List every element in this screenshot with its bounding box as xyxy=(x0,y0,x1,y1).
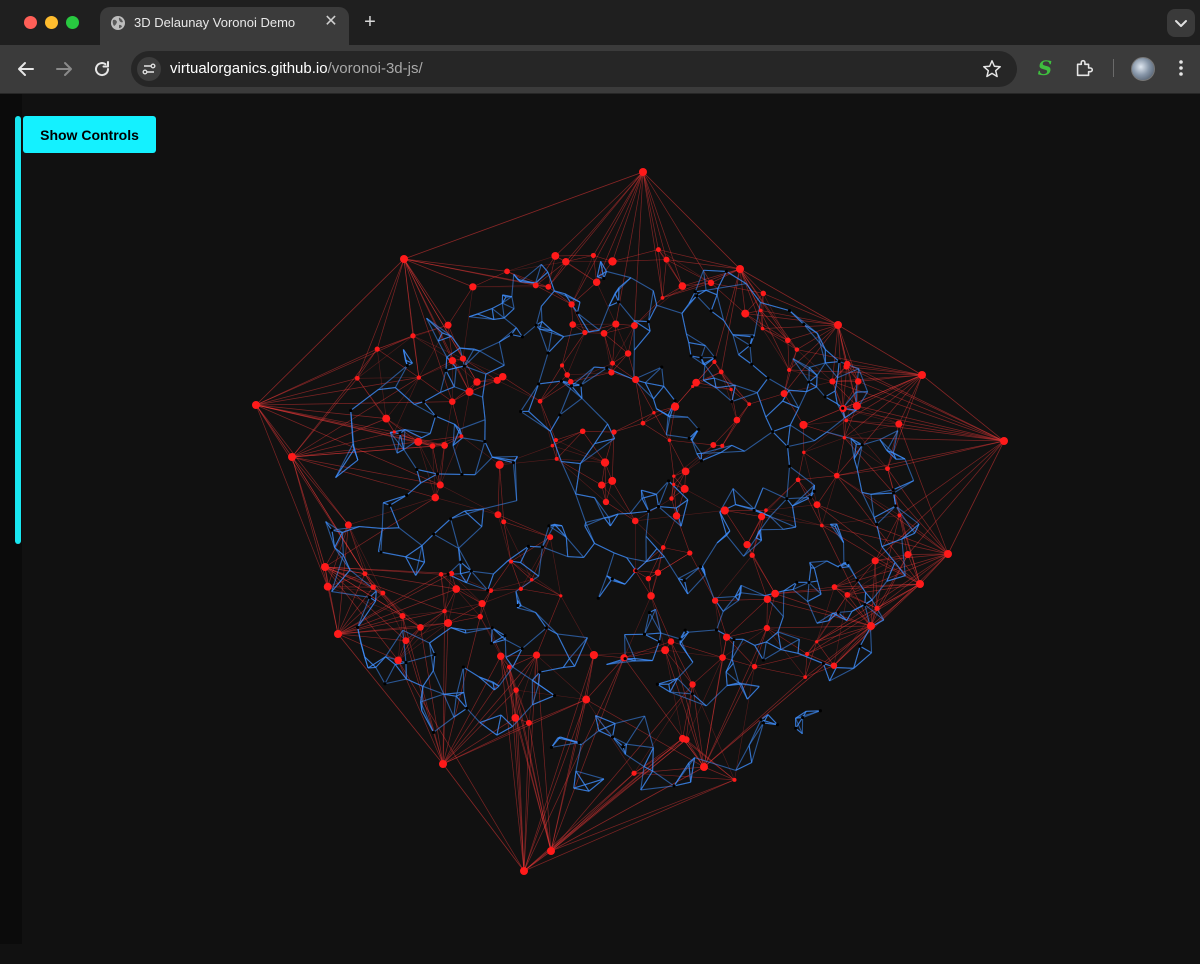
tab-search-button[interactable] xyxy=(1167,9,1195,37)
chevron-down-icon xyxy=(1175,20,1187,27)
url-text[interactable]: virtualorganics.github.io/voronoi-3d-js/ xyxy=(170,60,423,77)
avatar[interactable] xyxy=(1131,57,1155,81)
puzzle-icon[interactable] xyxy=(1073,57,1095,79)
tab-active[interactable]: 3D Delaunay Voronoi Demo ✕ xyxy=(100,7,349,45)
forward-icon[interactable] xyxy=(52,57,76,81)
close-tab-icon[interactable]: ✕ xyxy=(321,12,341,32)
voronoi-edges xyxy=(325,261,920,792)
voronoi-delaunay-canvas[interactable] xyxy=(0,94,1200,964)
site-info-icon[interactable] xyxy=(137,57,161,81)
minimize-window-button[interactable] xyxy=(45,16,58,29)
delaunay-edges xyxy=(255,171,1005,872)
point-markers xyxy=(252,168,1008,875)
extension-s-icon[interactable]: S xyxy=(1034,56,1056,80)
close-window-button[interactable] xyxy=(24,16,37,29)
page-content: Show Controls xyxy=(0,94,1200,964)
kebab-menu-icon[interactable] xyxy=(1171,57,1191,79)
scrollbar-thumb[interactable] xyxy=(15,116,21,544)
toolbar: virtualorganics.github.io/voronoi-3d-js/ xyxy=(0,45,1200,94)
toolbar-divider xyxy=(1113,59,1114,77)
globe-icon xyxy=(111,16,125,30)
back-icon[interactable] xyxy=(14,57,38,81)
url-path: /voronoi-3d-js/ xyxy=(327,60,423,77)
show-controls-button[interactable]: Show Controls xyxy=(23,116,156,153)
new-tab-button[interactable]: + xyxy=(358,10,382,34)
reload-icon[interactable] xyxy=(90,57,114,81)
tab-title: 3D Delaunay Voronoi Demo xyxy=(134,15,296,30)
star-icon[interactable] xyxy=(981,58,1003,80)
browser-window: 3D Delaunay Voronoi Demo ✕ + virtualorga… xyxy=(0,0,1200,964)
address-bar[interactable]: virtualorganics.github.io/voronoi-3d-js/ xyxy=(131,51,1017,87)
tab-strip: 3D Delaunay Voronoi Demo ✕ + xyxy=(0,0,1200,45)
url-domain: virtualorganics.github.io xyxy=(170,60,328,77)
maximize-window-button[interactable] xyxy=(66,16,79,29)
